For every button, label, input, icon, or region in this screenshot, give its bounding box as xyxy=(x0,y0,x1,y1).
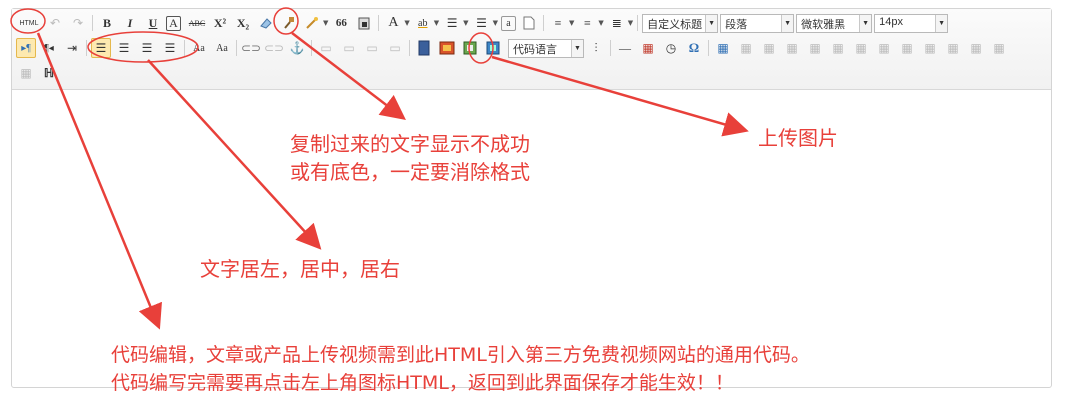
html-annotation: 代码编辑，文章或产品上传视频需到此HTML引入第三方免费视频网站的通用代码。 代… xyxy=(111,341,810,397)
align-circle xyxy=(87,31,199,63)
clear-format-annotation-line2: 或有底色，一定要消除格式 xyxy=(290,160,530,184)
image-arrow xyxy=(491,55,749,137)
alignment-annotation: 文字居左，居中，居右 xyxy=(200,257,400,281)
upload-image-annotation: 上传图片 xyxy=(758,126,838,150)
clear-format-annotation: 复制过来的文字显示不成功 或有底色，一定要消除格式 xyxy=(290,130,530,186)
eraser-circle xyxy=(273,7,299,35)
html-annotation-line1: 代码编辑，文章或产品上传视频需到此HTML引入第三方免费视频网站的通用代码。 xyxy=(111,344,810,366)
clear-format-annotation-line1: 复制过来的文字显示不成功 xyxy=(290,132,530,156)
image-circle xyxy=(468,32,494,64)
html-circle xyxy=(10,8,46,34)
eraser-arrow xyxy=(291,32,406,121)
html-arrow xyxy=(36,32,162,330)
html-annotation-line2: 代码编写完需要再点击左上角图标HTML，返回到此界面保存才能生效！！ xyxy=(111,372,734,394)
